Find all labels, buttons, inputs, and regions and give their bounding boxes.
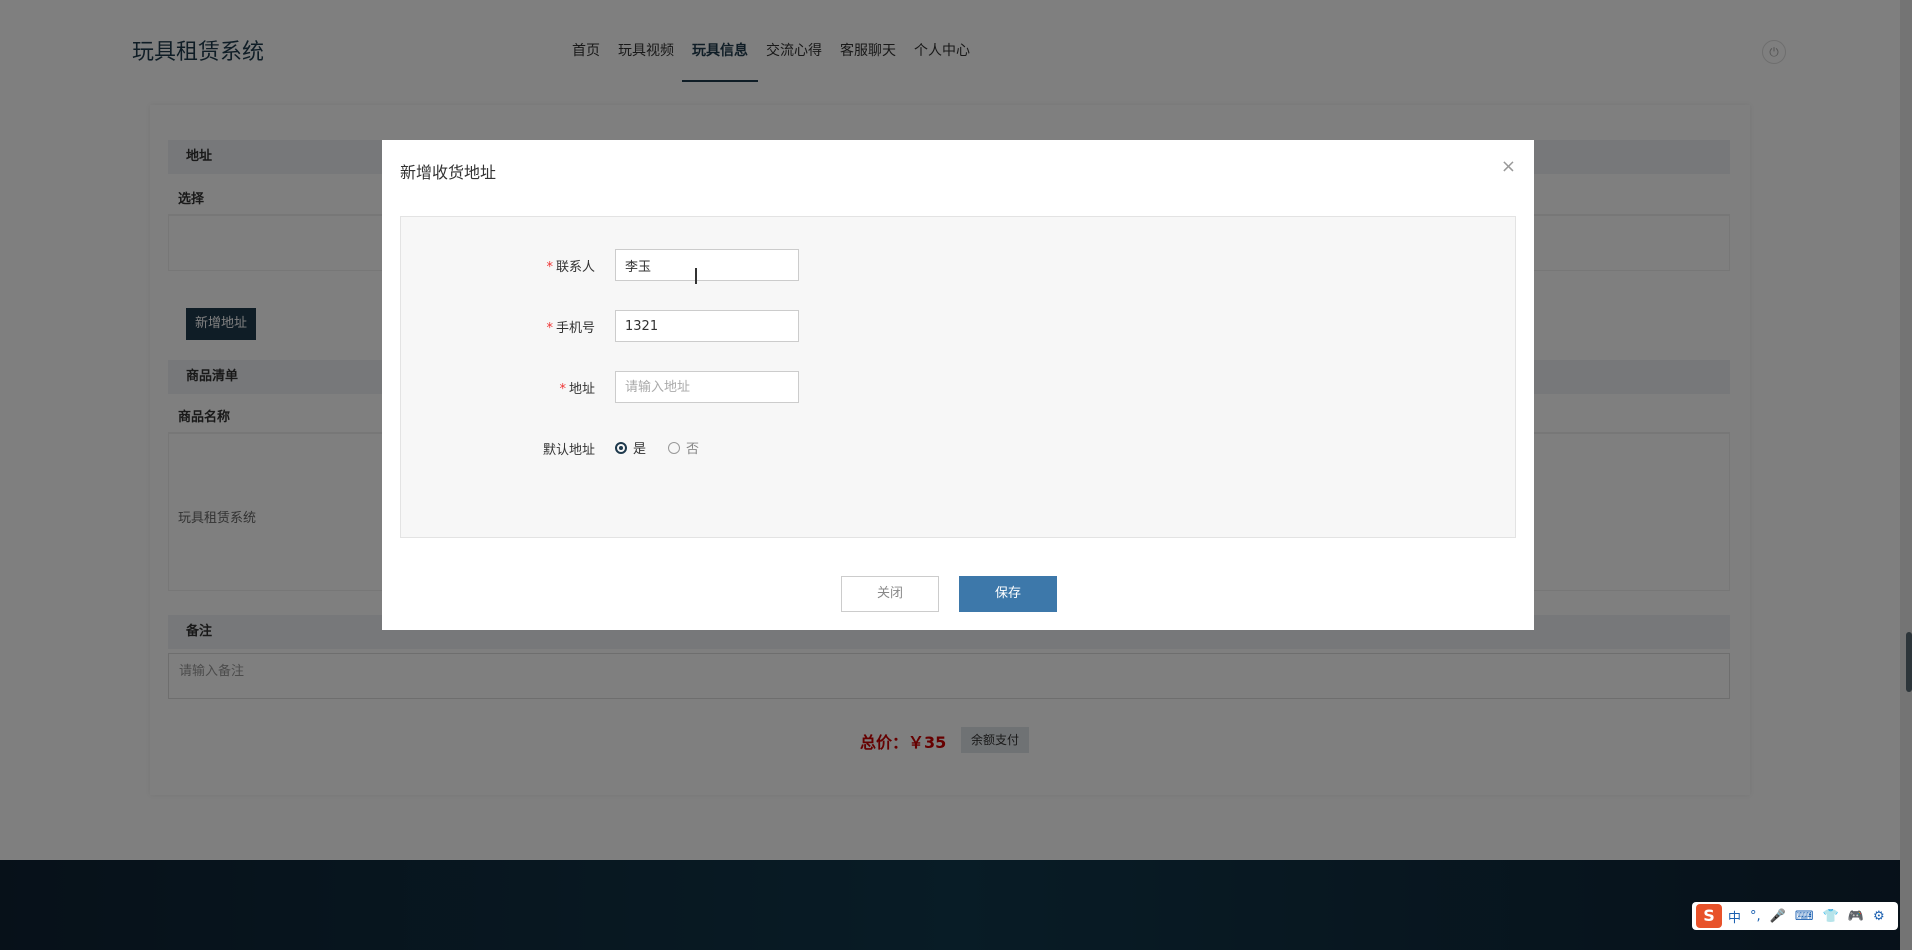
contact-input[interactable] <box>615 249 799 281</box>
ime-punctuation-icon[interactable]: °, <box>1750 909 1761 924</box>
text-cursor-icon <box>695 268 697 284</box>
add-address-modal: 新增收货地址 × *联系人 *手机号 *地址 默认地址 是 否 关闭 保存 <box>382 140 1534 630</box>
required-mark: * <box>546 260 553 275</box>
contact-row: * 联系人 <box>401 249 1001 283</box>
radio-no-label[interactable]: 否 <box>686 438 699 457</box>
phone-row: * 手机号 <box>401 310 1001 344</box>
modal-title: 新增收货地址 <box>400 163 497 182</box>
address-label: * 地址 <box>559 382 595 397</box>
default-address-radio-group: 是 否 <box>615 438 721 457</box>
phone-input[interactable] <box>615 310 799 342</box>
radio-yes-label[interactable]: 是 <box>633 438 646 457</box>
address-form: *联系人 *手机号 *地址 默认地址 是 否 <box>400 216 1516 538</box>
address-row: * 地址 <box>401 371 1001 405</box>
close-button[interactable]: 关闭 <box>841 576 939 612</box>
default-address-row: 默认地址 是 否 <box>401 432 1001 466</box>
close-icon[interactable]: × <box>1501 156 1516 177</box>
ime-skin-icon[interactable]: 👕 <box>1823 909 1839 924</box>
ime-settings-icon[interactable]: ⚙ <box>1873 909 1885 924</box>
radio-no[interactable] <box>668 441 681 454</box>
save-button[interactable]: 保存 <box>959 576 1057 612</box>
required-mark: * <box>559 382 566 397</box>
required-mark: * <box>546 321 553 336</box>
sogou-logo-icon[interactable]: S <box>1696 904 1722 928</box>
ime-keyboard-icon[interactable]: ⌨ <box>1795 909 1814 924</box>
contact-label: * 联系人 <box>546 260 595 275</box>
ime-microphone-icon[interactable]: 🎤 <box>1770 909 1786 924</box>
radio-yes[interactable] <box>615 441 627 454</box>
ime-toolbar: S 中 °, 🎤 ⌨ 👕 🎮 ⚙ <box>1692 902 1898 930</box>
address-input[interactable] <box>615 371 799 403</box>
ime-chinese-mode[interactable]: 中 <box>1728 907 1741 926</box>
phone-label: * 手机号 <box>546 321 595 336</box>
default-address-label: 默认地址 <box>542 443 595 458</box>
ime-game-icon[interactable]: 🎮 <box>1848 909 1864 924</box>
